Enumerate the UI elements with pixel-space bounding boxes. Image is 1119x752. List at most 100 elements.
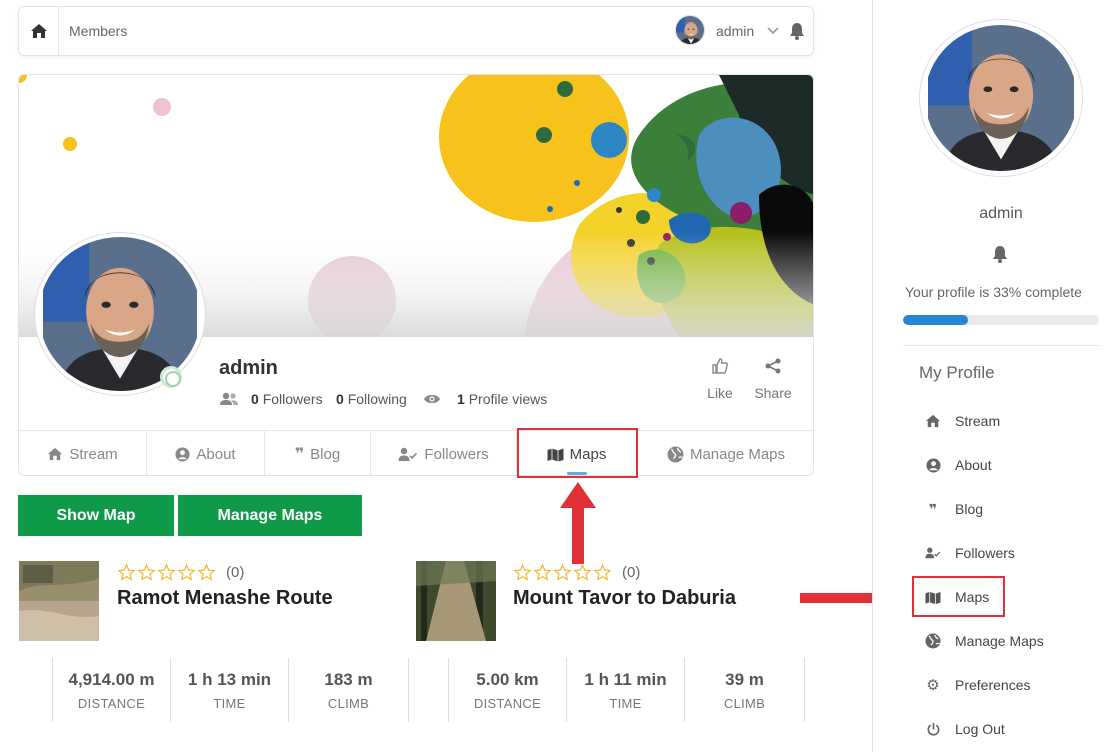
time-label: TIME [609, 695, 642, 711]
gear-icon: ⚙ [926, 677, 940, 694]
user-menu-name[interactable]: admin [716, 23, 754, 39]
views-count: 1 [457, 391, 465, 407]
power-icon [926, 722, 939, 736]
route-thumbnail[interactable] [19, 561, 99, 641]
sidebar-item-label: Stream [955, 413, 1001, 429]
tab-label: Stream [69, 445, 118, 463]
distance-stat: 5.00 km DISTANCE [448, 658, 566, 722]
home-icon [48, 447, 63, 461]
views-label: Profile views [468, 391, 548, 407]
home-button[interactable] [19, 7, 59, 55]
sidebar-item-label: About [955, 457, 992, 473]
like-label: Like [707, 385, 733, 401]
profile-completion-text: Your profile is 33% complete [905, 284, 1082, 300]
users-icon [220, 392, 238, 405]
tab-about[interactable]: About [147, 431, 265, 475]
sidebar-item-about[interactable]: About [925, 455, 992, 475]
time-value: 1 h 13 min [187, 669, 272, 689]
user-check-icon [398, 447, 418, 461]
rating-count: (0) [226, 564, 245, 581]
sidebar-section-title: My Profile [919, 363, 995, 382]
tab-followers[interactable]: Followers [371, 431, 517, 475]
globe-icon [667, 446, 684, 462]
sidebar-item-log-out[interactable]: Log Out [925, 719, 1005, 739]
climb-label: CLIMB [327, 695, 370, 711]
user-check-icon [925, 547, 941, 559]
chevron-down-icon[interactable] [767, 21, 779, 41]
profile-sidebar: admin Your profile is 33% complete My Pr… [872, 0, 1119, 752]
sidebar-item-stream[interactable]: Stream [925, 411, 1000, 431]
quote-icon: ❞ [928, 500, 938, 517]
time-stat: 1 h 11 min TIME [566, 658, 684, 722]
route-thumbnail[interactable] [416, 561, 496, 641]
followers-label: Followers [262, 391, 323, 407]
sidebar-item-manage-maps[interactable]: Manage Maps [925, 631, 1044, 651]
sidebar-item-label: Manage Maps [955, 633, 1044, 649]
bell-icon[interactable] [789, 22, 805, 40]
profile-views-stat: 1 Profile views [423, 391, 547, 407]
route-stats: 4,914.00 m DISTANCE 1 h 13 min TIME 183 m C… [52, 658, 409, 722]
tab-blog[interactable]: ❞ Blog [265, 431, 371, 475]
followers-count: 0 [251, 391, 259, 407]
share-icon [765, 358, 781, 374]
route-title[interactable]: Mount Tavor to Daburia [513, 587, 736, 610]
climb-stat: 183 m CLIMB [288, 658, 409, 722]
profile-card: admin 0 Followers 0 Following 1 Profile … [18, 74, 814, 476]
climb-stat: 39 m CLIMB [684, 658, 805, 722]
distance-value: 5.00 km [476, 669, 539, 689]
sidebar-item-label: Log Out [955, 721, 1005, 737]
time-stat: 1 h 13 min TIME [170, 658, 288, 722]
like-button[interactable]: Like [705, 357, 735, 401]
following-stat[interactable]: 0 Following [336, 391, 407, 407]
sidebar-item-label: Blog [955, 501, 984, 517]
quote-icon: ❞ [294, 446, 305, 463]
divider [903, 345, 1099, 346]
tab-label: Manage Maps [689, 445, 786, 463]
tab-stream[interactable]: Stream [19, 431, 147, 475]
home-icon [30, 24, 47, 38]
following-count: 0 [336, 391, 344, 407]
profile-tabs: Stream About ❞ Blog Followers Maps Manag… [19, 430, 813, 475]
route-title[interactable]: Ramot Menashe Route [117, 587, 333, 610]
distance-label: DISTANCE [473, 695, 542, 711]
bell-icon[interactable] [992, 245, 1008, 263]
up-arrow-annotation [560, 482, 596, 564]
rating-count: (0) [622, 564, 641, 581]
time-label: TIME [213, 695, 246, 711]
online-status-indicator [160, 366, 182, 388]
tab-label: Blog [310, 445, 341, 463]
user-circle-icon [175, 446, 190, 462]
profile-completion-bar [903, 315, 1099, 325]
sidebar-username: admin [979, 205, 1023, 222]
share-button[interactable]: Share [751, 357, 795, 401]
distance-stat: 4,914.00 m DISTANCE [52, 658, 170, 722]
time-value: 1 h 11 min [584, 669, 667, 689]
sidebar-item-followers[interactable]: Followers [925, 543, 1015, 563]
rating-stars[interactable]: (0) [513, 563, 640, 582]
show-map-button[interactable]: Show Map [18, 495, 174, 536]
tab-label: Followers [424, 445, 489, 463]
maps-sidebar-highlight [912, 576, 1005, 617]
following-label: Following [347, 391, 407, 407]
sidebar-item-label: Followers [955, 545, 1015, 561]
sidebar-item-blog[interactable]: ❞ Blog [925, 499, 983, 519]
sidebar-item-label: Preferences [955, 677, 1031, 693]
breadcrumb[interactable]: Members [69, 23, 127, 39]
progress-fill [903, 315, 968, 325]
share-label: Share [754, 385, 792, 401]
manage-maps-button[interactable]: Manage Maps [178, 495, 362, 536]
followers-stat[interactable]: 0 Followers [219, 391, 323, 407]
tab-label: About [196, 445, 236, 463]
climb-value: 183 m [324, 669, 373, 689]
rating-stars[interactable]: (0) [117, 563, 244, 582]
sidebar-avatar[interactable] [920, 20, 1082, 176]
globe-icon [925, 633, 941, 649]
distance-value: 4,914.00 m [68, 669, 155, 689]
user-circle-icon [925, 457, 941, 473]
avatar[interactable] [675, 15, 705, 45]
eye-icon [424, 394, 440, 404]
tab-manage-maps[interactable]: Manage Maps [637, 431, 813, 475]
climb-value: 39 m [725, 669, 764, 689]
route-stats: 5.00 km DISTANCE 1 h 11 min TIME 39 m CLIMB [448, 658, 805, 722]
sidebar-item-preferences[interactable]: ⚙ Preferences [925, 675, 1030, 695]
